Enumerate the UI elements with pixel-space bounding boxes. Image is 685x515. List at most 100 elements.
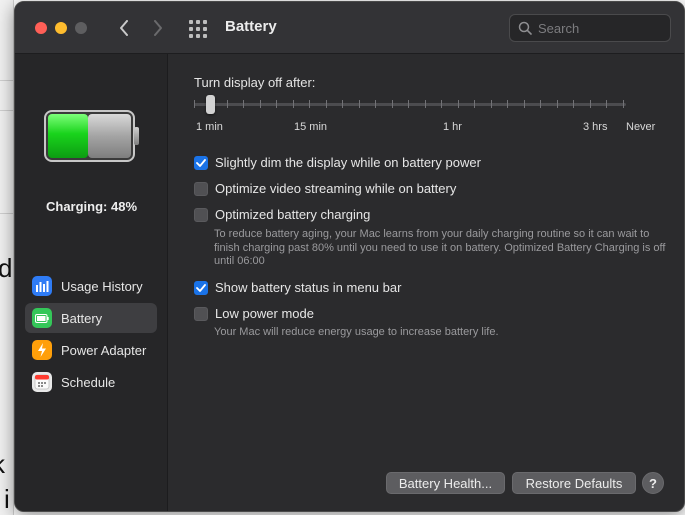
close-window-button[interactable] <box>35 22 47 34</box>
background-text-fragment: d <box>0 253 13 283</box>
grid-dot <box>189 34 193 38</box>
slider-tick <box>425 100 426 108</box>
slider-tick <box>573 100 574 108</box>
sidebar-item-label: Schedule <box>61 374 116 390</box>
slider-tick <box>342 100 343 108</box>
background-divider <box>0 110 14 111</box>
chevron-left-icon <box>120 20 128 36</box>
grid-dot <box>203 20 207 24</box>
background-text-fragment: i <box>4 484 10 514</box>
sidebar-item-label: Usage History <box>61 278 143 294</box>
title-bar: Battery <box>15 2 684 54</box>
forward-button[interactable] <box>145 15 171 41</box>
slider-tick <box>590 100 591 108</box>
display-off-slider[interactable] <box>194 93 626 115</box>
slider-tick <box>540 100 541 108</box>
slider-tick <box>458 100 459 108</box>
slider-tick <box>293 100 294 108</box>
slider-tick <box>375 100 376 108</box>
checkmark-icon <box>196 283 206 292</box>
slider-tick <box>276 100 277 108</box>
battery-icon <box>32 308 52 328</box>
background-text-fragment: k <box>0 449 5 480</box>
option-optimized-charging[interactable]: Optimized battery charging <box>194 207 370 222</box>
slider-tick <box>441 100 442 108</box>
lightning-icon <box>32 340 52 360</box>
checkbox[interactable] <box>194 155 208 170</box>
grid-dot <box>203 27 207 31</box>
zoom-window-button[interactable] <box>75 22 87 34</box>
slider-tick <box>359 100 360 108</box>
option-label: Show battery status in menu bar <box>215 280 402 295</box>
checkbox[interactable] <box>194 207 208 222</box>
option-label: Slightly dim the display while on batter… <box>215 155 481 170</box>
sidebar-item-schedule[interactable]: Schedule <box>25 367 157 397</box>
checkbox[interactable] <box>194 280 208 295</box>
sidebar-item-label: Battery <box>61 310 103 326</box>
grid-dot <box>203 34 207 38</box>
slider-tick <box>491 100 492 108</box>
grid-dot <box>196 20 200 24</box>
option-low-power-mode[interactable]: Low power mode <box>194 306 314 321</box>
slider-track <box>194 103 626 106</box>
main-content: Turn display off after: 1 min 15 min 1 h… <box>168 54 684 511</box>
search-field[interactable] <box>509 14 671 42</box>
slider-tick <box>260 100 261 108</box>
chevron-right-icon <box>154 20 162 36</box>
grid-dot <box>196 27 200 31</box>
optimized-charging-description: To reduce battery aging, your Mac learns… <box>214 228 666 267</box>
checkbox[interactable] <box>194 181 208 196</box>
slider-tick <box>507 100 508 108</box>
restore-defaults-button[interactable]: Restore Defaults <box>512 472 636 494</box>
battery-level-icon <box>44 110 139 162</box>
grid-dot <box>196 34 200 38</box>
preferences-window: Battery Search Charging: 48% Usage Histo… <box>14 1 685 512</box>
help-button[interactable]: ? <box>642 472 664 494</box>
slider-tick <box>309 100 310 108</box>
calendar-icon <box>32 372 52 392</box>
grid-dot <box>189 27 193 31</box>
low-power-description: Your Mac will reduce energy usage to inc… <box>214 326 499 338</box>
slider-tick <box>623 100 624 108</box>
option-label: Optimize video streaming while on batter… <box>215 181 457 196</box>
slider-tick <box>326 100 327 108</box>
sidebar-item-label: Power Adapter <box>61 342 147 358</box>
display-off-label: Turn display off after: <box>194 75 316 90</box>
slider-tick <box>227 100 228 108</box>
slider-tick <box>243 100 244 108</box>
checkbox[interactable] <box>194 306 208 321</box>
battery-empty-area <box>88 114 131 158</box>
sidebar-item-battery[interactable]: Battery <box>25 303 157 333</box>
slider-tick <box>606 100 607 108</box>
option-dim-display[interactable]: Slightly dim the display while on batter… <box>194 155 481 170</box>
option-label: Low power mode <box>215 306 314 321</box>
background-divider <box>0 80 14 81</box>
slider-tick <box>194 100 195 108</box>
bar-chart-icon <box>32 276 52 296</box>
sidebar-item-usage-history[interactable]: Usage History <box>25 271 157 301</box>
option-show-battery-status[interactable]: Show battery status in menu bar <box>194 280 401 295</box>
sidebar: Charging: 48% Usage History Battery Powe… <box>15 54 168 511</box>
slider-label: Never <box>626 121 656 133</box>
battery-health-button[interactable]: Battery Health... <box>386 472 505 494</box>
option-label: Optimized battery charging <box>215 207 371 222</box>
slider-tick <box>557 100 558 108</box>
battery-charge-fill <box>48 114 88 158</box>
charging-status: Charging: 48% <box>45 199 137 214</box>
slider-tick <box>474 100 475 108</box>
slider-tick <box>392 100 393 108</box>
window-title: Battery <box>225 18 277 35</box>
search-input[interactable] <box>538 20 658 36</box>
show-all-button[interactable] <box>189 20 207 38</box>
option-optimize-video[interactable]: Optimize video streaming while on batter… <box>194 181 456 196</box>
slider-label: 15 min <box>294 121 328 133</box>
slider-label: 3 hrs <box>583 121 608 133</box>
minimize-window-button[interactable] <box>55 22 67 34</box>
back-button[interactable] <box>111 15 137 41</box>
slider-tick <box>408 100 409 108</box>
grid-dot <box>189 20 193 24</box>
slider-thumb[interactable] <box>206 95 215 114</box>
sidebar-item-power-adapter[interactable]: Power Adapter <box>25 335 157 365</box>
slider-label: 1 hr <box>443 121 462 133</box>
slider-tick <box>524 100 525 108</box>
